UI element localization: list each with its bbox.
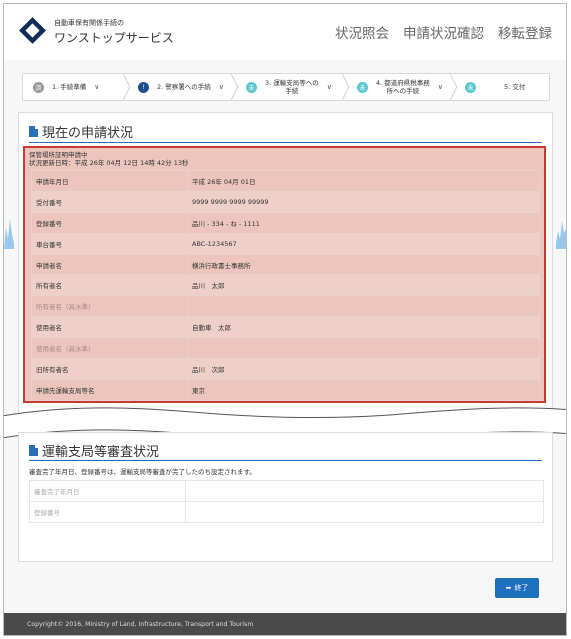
row-label: 旧所有者名 (31, 358, 188, 380)
step-1[interactable]: 済 1. 手続準備 ∨ (23, 74, 131, 100)
document-icon (29, 126, 38, 137)
step-label: 3. 運輸支局等への 手続 (265, 79, 319, 95)
row-value: 自動車 太郎 (187, 316, 540, 339)
row-label: 審査完了年月日 (29, 480, 186, 502)
row-label: 使用者名（高水準） (31, 337, 188, 360)
logo-title: ワンストップサービス (54, 31, 174, 45)
logo-subtitle: 自動車保有関係手続の (54, 19, 124, 27)
table-row: 申請者名 横浜行政書士事務所 (31, 253, 540, 276)
highlight-box: 保管場所証明申請中 状況更新日時：平成 26年 04月 12日 14時 42分 … (23, 146, 546, 403)
row-value (187, 337, 540, 360)
row-value (185, 500, 544, 523)
header: 自動車保有関係手続の ワンストップサービス 状況照会 申請状況確認 移転登録 (4, 4, 566, 60)
chevron-down-icon: ∨ (437, 83, 443, 91)
table-row: 使用者名（高水準） (31, 337, 540, 360)
review-status-heading: 運輸支局等審査状況 (29, 441, 159, 460)
step-label: 4. 都道府県税事務 所への手続 (376, 79, 430, 95)
status-caption: 保管場所証明申請中 (29, 151, 88, 159)
logo-icon (19, 17, 46, 44)
review-status-title: 運輸支局等審査状況 (42, 445, 160, 460)
step-label: 5. 交付 (504, 83, 526, 91)
review-status-table: 審査完了年月日 登録番号 (29, 480, 544, 523)
row-label: 申請者名 (31, 253, 188, 276)
table-row: 申請年月日 平成 26年 04月 01日 (31, 170, 540, 192)
copyright-text: Copyright© 2016, Ministry of Land, Infra… (27, 620, 254, 628)
row-label: 申請年月日 (31, 170, 188, 192)
end-button-label: 終了 (514, 584, 529, 592)
step-2[interactable]: ! 2. 警察署への手続 ∨ (128, 74, 239, 100)
step-badge: 済 (33, 81, 44, 93)
row-value: 東京 (187, 378, 540, 401)
table-row: 申請先運輸支局等名 東京 (31, 378, 540, 401)
review-note: 審査完了年月日、登録番号は、運輸支局等審査が完了したのち設定されます。 (29, 468, 256, 476)
row-value: 9999 9999 9999 99999 (187, 190, 540, 213)
top-nav: 状況照会 申請状況確認 移転登録 (335, 22, 552, 42)
footer: Copyright© 2016, Ministry of Land, Infra… (4, 613, 566, 635)
step-badge: 未 (246, 81, 257, 93)
splash-decoration-icon (556, 221, 566, 249)
chevron-down-icon: ∨ (94, 83, 100, 91)
splash-decoration-icon (4, 219, 14, 249)
table-row: 所有者名（高水準） (31, 295, 540, 318)
title-divider (29, 460, 542, 461)
current-status-title: 現在の申請状況 (42, 126, 134, 141)
row-label: 所有者名（高水準） (31, 295, 188, 318)
table-row: 所有者名 品川 太郎 (31, 274, 540, 297)
row-value: 品川 太郎 (187, 274, 540, 297)
row-label: 車台番号 (31, 232, 188, 255)
step-badge: ! (138, 81, 149, 93)
row-value: 品川 - 334 - ね - 1111 (187, 211, 540, 234)
nav-status-inquiry[interactable]: 状況照会 (335, 22, 389, 42)
review-status-panel: 運輸支局等審査状況 審査完了年月日、登録番号は、運輸支局等審査が完了したのち設定… (18, 432, 553, 562)
step-3[interactable]: 未 3. 運輸支局等への 手続 ∨ (236, 74, 350, 100)
progress-steps: 済 1. 手続準備 ∨ ! 2. 警察署への手続 ∨ 未 3. 運輸支局等への … (22, 73, 550, 101)
step-label: 2. 警察署への手続 (157, 83, 211, 91)
step-5[interactable]: 未 5. 交付 (455, 74, 549, 100)
exit-icon: ➥ (505, 584, 512, 592)
step-badge: 未 (357, 81, 368, 93)
row-label: 登録番号 (29, 500, 186, 523)
current-status-table: 申請年月日 平成 26年 04月 01日 受付番号 9999 9999 9999 99… (31, 170, 540, 401)
title-divider (29, 142, 542, 143)
step-label: 1. 手続準備 (52, 83, 87, 91)
status-updated-time: 状況更新日時：平成 26年 04月 12日 14時 42分 13秒 (29, 159, 189, 167)
table-row: 登録番号 (29, 500, 544, 523)
row-value: 品川 次郎 (187, 358, 540, 380)
row-label: 登録番号 (31, 211, 188, 234)
row-label: 受付番号 (31, 190, 188, 213)
current-status-panel: 現在の申請状況 保管場所証明申請中 状況更新日時：平成 26年 04月 12日 … (18, 112, 553, 422)
step-4[interactable]: 未 4. 都道府県税事務 所への手続 ∨ (347, 74, 458, 100)
table-row: 受付番号 9999 9999 9999 99999 (31, 190, 540, 213)
row-label: 申請先運輸支局等名 (31, 378, 188, 401)
table-row: 使用者名 自動車 太郎 (31, 316, 540, 339)
row-value (187, 295, 540, 318)
document-icon (29, 445, 38, 456)
row-value (185, 480, 544, 502)
table-row: 審査完了年月日 (29, 480, 544, 502)
nav-application-status[interactable]: 申請状況確認 (403, 22, 484, 42)
row-label: 使用者名 (31, 316, 188, 339)
row-value: 平成 26年 04月 01日 (187, 170, 540, 192)
row-value: 横浜行政書士事務所 (187, 253, 540, 276)
chevron-down-icon: ∨ (218, 83, 224, 91)
current-status-heading: 現在の申請状況 (29, 122, 133, 141)
table-row: 登録番号 品川 - 334 - ね - 1111 (31, 211, 540, 234)
row-value: ABC-1234567 (187, 232, 540, 255)
page: 自動車保有関係手続の ワンストップサービス 状況照会 申請状況確認 移転登録 済… (3, 3, 567, 636)
nav-transfer-registration[interactable]: 移転登録 (498, 22, 552, 42)
table-row: 車台番号 ABC-1234567 (31, 232, 540, 255)
end-button[interactable]: ➥ 終了 (495, 578, 539, 598)
step-badge: 未 (465, 81, 476, 93)
table-row: 旧所有者名 品川 次郎 (31, 358, 540, 380)
row-label: 所有者名 (31, 274, 188, 297)
chevron-down-icon: ∨ (326, 83, 332, 91)
